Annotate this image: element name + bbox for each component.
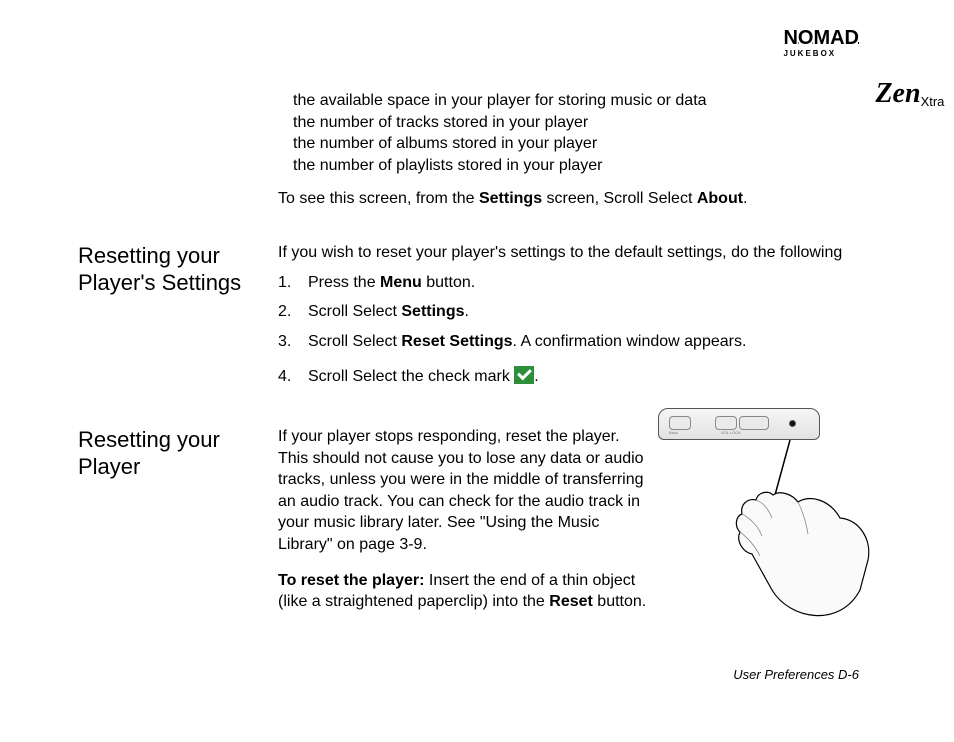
reset-player-para1: If your player stops responding, reset t…: [278, 426, 648, 556]
reset-illustration: Back VOL LOCK: [650, 400, 870, 620]
page-footer: User Preferences D-6: [733, 667, 859, 682]
device-button: [715, 416, 737, 430]
checkmark-icon: [514, 366, 534, 384]
reset-hole: [789, 420, 796, 427]
step-item: 2.Scroll Select Settings.: [308, 301, 878, 323]
device-button: [669, 416, 691, 430]
page: NOMAD JUKEBOX ZenXtra the available spac…: [0, 0, 954, 742]
reset-settings-intro: If you wish to reset your player's setti…: [278, 242, 878, 264]
bullet-item: the number of tracks stored in your play…: [293, 112, 878, 134]
section-heading-reset-player: Resetting your Player: [78, 426, 278, 481]
device-label: Back: [669, 430, 678, 435]
bullet-item: the number of playlists stored in your p…: [293, 155, 878, 177]
device-button: [739, 416, 769, 430]
brand-xtra: Xtra: [921, 94, 945, 109]
hand-illustration: [700, 440, 870, 630]
device-label: VOL LOCK: [721, 430, 741, 435]
reset-player-para2: To reset the player: Insert the end of a…: [278, 570, 648, 613]
brand-jukebox: JUKEBOX: [783, 50, 859, 58]
device-top-view: Back VOL LOCK: [658, 408, 820, 440]
step-item: 4.Scroll Select the check mark .: [308, 366, 878, 388]
nav-instruction: To see this screen, from the Settings sc…: [278, 188, 878, 210]
reset-settings-steps: 1.Press the Menu button. 2.Scroll Select…: [278, 272, 878, 388]
brand-zen: Zen: [875, 78, 920, 109]
info-bullet-list: the available space in your player for s…: [293, 90, 878, 176]
bullet-item: the available space in your player for s…: [293, 90, 878, 112]
step-item: 3.Scroll Select Reset Settings. A confir…: [308, 331, 878, 353]
bullet-item: the number of albums stored in your play…: [293, 133, 878, 155]
step-item: 1.Press the Menu button.: [308, 272, 878, 294]
brand-nomad: NOMAD: [783, 27, 859, 49]
section-heading-reset-settings: Resetting your Player's Settings: [78, 242, 278, 297]
